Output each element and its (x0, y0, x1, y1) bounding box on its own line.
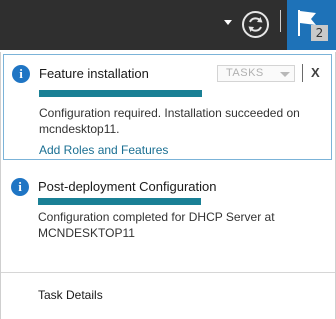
notification-feature-installation: i Feature installation TASKS X Configura… (3, 54, 332, 160)
task-details-link[interactable]: Task Details (38, 288, 103, 302)
progress-bar (39, 90, 202, 97)
refresh-button[interactable] (241, 10, 270, 39)
chevron-down-icon[interactable] (224, 20, 232, 25)
notification-message: Configuration completed for DHCP Server … (38, 210, 275, 240)
close-button[interactable]: X (311, 65, 320, 80)
notification-message: Configuration required. Installation suc… (39, 106, 300, 136)
divider (1, 272, 335, 273)
toolbar-separator (280, 10, 281, 32)
notification-post-deployment: i Post-deployment Configuration Configur… (3, 168, 332, 262)
separator (302, 64, 303, 82)
tasks-dropdown[interactable]: TASKS (217, 65, 295, 82)
notification-title: Feature installation (39, 66, 149, 81)
progress-bar (38, 198, 201, 205)
notifications-flag-button[interactable]: 2 (287, 0, 336, 50)
server-manager-toolbar: 2 (0, 0, 336, 50)
add-roles-and-features-link[interactable]: Add Roles and Features (39, 143, 168, 157)
info-icon: i (12, 65, 30, 83)
notification-count-badge: 2 (311, 25, 328, 41)
notifications-panel: i Feature installation TASKS X Configura… (0, 52, 336, 319)
chevron-down-icon (280, 72, 290, 77)
refresh-icon (242, 11, 269, 38)
tasks-label: TASKS (226, 67, 264, 79)
notification-title: Post-deployment Configuration (38, 179, 217, 194)
info-icon: i (11, 178, 29, 196)
